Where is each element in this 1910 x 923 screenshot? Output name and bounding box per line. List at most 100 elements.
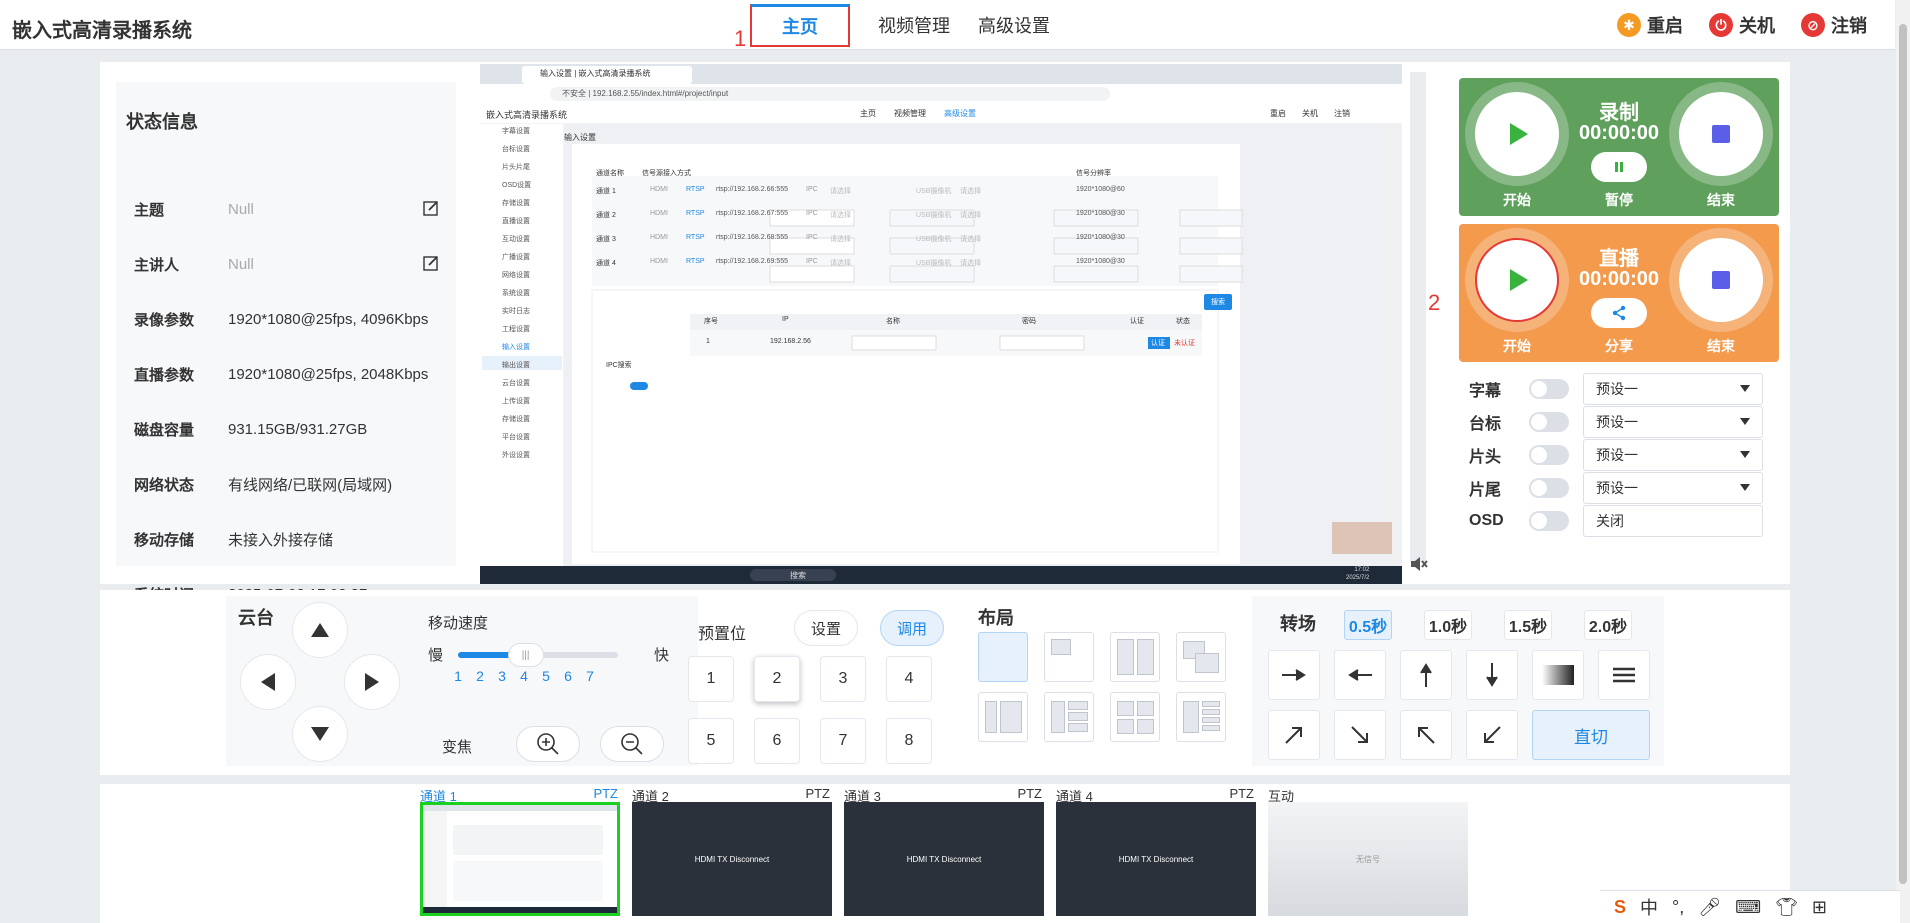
preset-button[interactable]: 8	[886, 718, 932, 764]
ptz-up-button[interactable]	[292, 602, 348, 658]
transition-blinds[interactable]	[1598, 650, 1650, 700]
nav-advanced-settings[interactable]: 高级设置	[978, 12, 1050, 38]
preset-button[interactable]: 5	[688, 718, 734, 764]
nav-video-management[interactable]: 视频管理	[878, 12, 950, 38]
transition-diag-downright[interactable]	[1334, 710, 1386, 760]
edit-icon[interactable]	[422, 254, 440, 272]
option-toggle[interactable]	[1529, 412, 1569, 432]
microphone-icon[interactable]: 🎤︎	[1698, 897, 1721, 918]
arrow-up-right-icon	[1285, 727, 1302, 744]
shutdown-button[interactable]: ⏻ 关机	[1709, 12, 1775, 38]
channel-screen[interactable]	[420, 802, 620, 916]
channel-tile[interactable]: 通道 3 PTZ HDMI TX Disconnect	[844, 784, 1044, 917]
duration-button[interactable]: 1.0秒	[1424, 610, 1472, 640]
preview-cell: 请选择	[960, 260, 981, 267]
channel-tile[interactable]: 通道 1 PTZ	[420, 784, 620, 917]
speed-tick[interactable]: 2	[470, 668, 490, 684]
preset-button[interactable]: 1	[688, 656, 734, 702]
edit-icon[interactable]	[422, 199, 440, 217]
layout-quad[interactable]	[1110, 692, 1160, 742]
preset-call-button[interactable]: 调用	[880, 610, 944, 646]
video-preview[interactable]: 输入设置 | 嵌入式高清录播系统 不安全 | 192.168.2.55/inde…	[480, 64, 1402, 584]
channel-tile[interactable]: 互动 无信号	[1268, 784, 1468, 917]
duration-button[interactable]: 2.0秒	[1584, 610, 1632, 640]
volume-slider[interactable]	[1410, 72, 1426, 562]
channel-screen[interactable]: 无信号	[1268, 802, 1468, 916]
sogou-logo-icon[interactable]: S	[1614, 897, 1626, 918]
option-toggle[interactable]	[1529, 511, 1569, 531]
option-select[interactable]: 关闭	[1583, 505, 1763, 537]
channel-tile[interactable]: 通道 4 PTZ HDMI TX Disconnect	[1056, 784, 1256, 917]
zoom-in-button[interactable]	[516, 726, 580, 762]
record-pause-button[interactable]	[1591, 152, 1647, 182]
transition-fade[interactable]	[1532, 650, 1584, 700]
transition-wipe-down[interactable]	[1466, 650, 1518, 700]
preset-button[interactable]: 3	[820, 656, 866, 702]
speed-tick[interactable]: 6	[558, 668, 578, 684]
option-select[interactable]: 预设一	[1583, 373, 1763, 405]
transition-diag-upleft[interactable]	[1400, 710, 1452, 760]
option-select[interactable]: 预设一	[1583, 406, 1763, 438]
layout-pip[interactable]	[1044, 632, 1094, 682]
live-share-button[interactable]	[1591, 298, 1647, 328]
logout-button[interactable]: ⊘ 注销	[1801, 12, 1867, 38]
restart-button[interactable]: ✱ 重启	[1617, 12, 1683, 38]
layout-single[interactable]	[978, 632, 1028, 682]
scrollbar-thumb[interactable]	[1899, 24, 1907, 884]
preset-button[interactable]: 6	[754, 718, 800, 764]
ptz-right-button[interactable]	[344, 654, 400, 710]
channel-screen[interactable]: HDMI TX Disconnect	[1056, 802, 1256, 916]
transition-wipe-up[interactable]	[1400, 650, 1452, 700]
transition-wipe-left[interactable]	[1334, 650, 1386, 700]
layout-one-plus-two[interactable]	[978, 692, 1028, 742]
mute-icon[interactable]	[1409, 554, 1429, 574]
preset-button[interactable]: 7	[820, 718, 866, 764]
option-select[interactable]: 预设一	[1583, 439, 1763, 471]
keyboard-icon[interactable]: ⌨	[1735, 897, 1761, 918]
preset-button[interactable]: 4	[886, 656, 932, 702]
live-stop-button[interactable]	[1679, 238, 1763, 322]
speed-tick[interactable]: 4	[514, 668, 534, 684]
status-row: 直播参数 1920*1080@25fps, 2048Kbps	[134, 362, 444, 386]
transition-diag-downleft[interactable]	[1466, 710, 1518, 760]
speed-slider-handle[interactable]: |||	[507, 643, 544, 667]
speed-slider[interactable]: |||	[458, 643, 618, 667]
duration-button[interactable]: 0.5秒	[1344, 610, 1392, 640]
layout-one-plus-four[interactable]	[1176, 692, 1226, 742]
preset-button[interactable]: 2	[754, 656, 800, 702]
apps-grid-icon[interactable]: ⊞	[1812, 897, 1827, 918]
cut-button[interactable]: 直切	[1532, 710, 1650, 760]
speed-tick[interactable]: 1	[448, 668, 468, 684]
channel-screen[interactable]: HDMI TX Disconnect	[844, 802, 1044, 916]
live-start-button[interactable]	[1475, 238, 1559, 322]
ime-lang-toggle[interactable]: 中	[1640, 894, 1658, 920]
ptz-left-button[interactable]	[240, 654, 296, 710]
option-toggle[interactable]	[1529, 478, 1569, 498]
record-stop-button[interactable]	[1679, 92, 1763, 176]
record-start-button[interactable]	[1475, 92, 1559, 176]
zoom-out-button[interactable]	[600, 726, 664, 762]
layout-one-plus-three[interactable]	[1044, 692, 1094, 742]
ptz-down-button[interactable]	[292, 706, 348, 762]
option-select[interactable]: 预设一	[1583, 472, 1763, 504]
channel-tile[interactable]: 通道 2 PTZ HDMI TX Disconnect	[632, 784, 832, 917]
transition-wipe-right[interactable]	[1268, 650, 1320, 700]
speed-tick[interactable]: 5	[536, 668, 556, 684]
preview-ipc-h5: 状态	[1176, 318, 1190, 325]
page-scrollbar[interactable]	[1896, 0, 1910, 923]
layout-dual[interactable]	[1110, 632, 1160, 682]
fade-icon	[1542, 665, 1574, 685]
option-toggle[interactable]	[1529, 445, 1569, 465]
option-toggle[interactable]	[1529, 379, 1569, 399]
preview-cell: HDMI	[650, 186, 668, 193]
preset-set-button[interactable]: 设置	[794, 610, 858, 646]
skin-icon[interactable]: 👕︎	[1775, 897, 1798, 918]
duration-button[interactable]: 1.5秒	[1504, 610, 1552, 640]
nav-home[interactable]: 主页	[750, 3, 850, 47]
transition-diag-upright[interactable]	[1268, 710, 1320, 760]
channel-screen[interactable]: HDMI TX Disconnect	[632, 802, 832, 916]
speed-tick[interactable]: 7	[580, 668, 600, 684]
ime-punct-toggle[interactable]: °,	[1672, 897, 1684, 918]
layout-overlap[interactable]	[1176, 632, 1226, 682]
speed-tick[interactable]: 3	[492, 668, 512, 684]
